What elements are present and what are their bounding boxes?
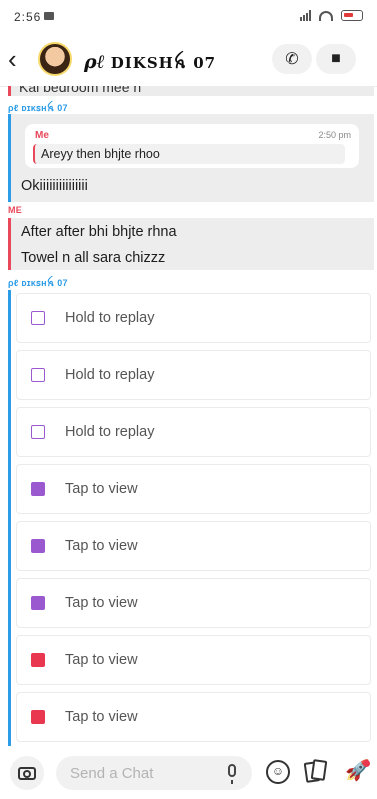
snap-item[interactable]: Tap to view bbox=[16, 464, 371, 514]
snap-label: Hold to replay bbox=[65, 310, 155, 326]
snap-label: Tap to view bbox=[65, 538, 138, 554]
emoji-icon[interactable]: ☺ bbox=[266, 760, 290, 784]
snap-unopened-video-icon bbox=[31, 539, 45, 553]
camera-button[interactable] bbox=[10, 756, 44, 790]
status-time: 2:56 bbox=[14, 10, 42, 24]
snap-item[interactable]: Hold to replay bbox=[16, 407, 371, 457]
snap-label: Hold to replay bbox=[65, 367, 155, 383]
video-camera-icon: ■ bbox=[331, 50, 341, 67]
snap-item[interactable]: Hold to replay bbox=[16, 350, 371, 400]
snap-item[interactable]: Tap to view bbox=[16, 521, 371, 571]
sender-label-friend: ρℓ ᴅɪᴋꜱʜꫝ 07 bbox=[8, 278, 68, 288]
partial-message: Kal bedroom mee n bbox=[8, 86, 374, 96]
reply-text: Okiiiiiiiiiiiiiii bbox=[21, 178, 88, 194]
snap-unopened-video-icon bbox=[31, 482, 45, 496]
quote-text: Areyy then bhjte rhoo bbox=[41, 147, 160, 161]
chat-title[interactable]: ρℓ DIKSHꫝ 07 bbox=[84, 48, 216, 80]
title-prefix: ρℓ bbox=[84, 51, 105, 73]
my-message-text: After after bhi bhjte rhna bbox=[21, 224, 177, 240]
snap-item[interactable]: Tap to view bbox=[16, 578, 371, 628]
sender-label-me: ME bbox=[8, 205, 23, 215]
quote-timestamp: 2:50 pm bbox=[318, 130, 351, 140]
chat-area[interactable]: Kal bedroom mee n ρℓ ᴅɪᴋꜱʜꫝ 07 Me 2:50 p… bbox=[0, 86, 377, 746]
snap-unopened-photo-icon bbox=[31, 710, 45, 724]
chat-input-bar: ☺ 🚀 bbox=[0, 746, 377, 799]
video-call-button[interactable]: ■ bbox=[316, 44, 356, 74]
avatar[interactable] bbox=[38, 42, 72, 76]
snap-label: Tap to view bbox=[65, 709, 138, 725]
wifi-icon bbox=[319, 10, 333, 21]
signal-icon bbox=[300, 10, 311, 21]
status-icons bbox=[300, 10, 363, 21]
battery-icon bbox=[341, 10, 363, 21]
friend-reply-message[interactable]: Me 2:50 pm Areyy then bhjte rhoo Okiiiii… bbox=[8, 114, 374, 202]
my-message-text: Towel n all sara chizzz bbox=[21, 250, 166, 266]
stickers-cards-icon[interactable] bbox=[305, 760, 327, 784]
quote-sender: Me bbox=[35, 130, 49, 141]
chat-header: ‹ ρℓ DIKSHꫝ 07 ✆ ■ bbox=[0, 34, 377, 87]
snap-unopened-photo-icon bbox=[31, 653, 45, 667]
snap-item[interactable]: Tap to view bbox=[16, 635, 371, 685]
back-icon[interactable]: ‹ bbox=[8, 46, 17, 72]
snap-unopened-video-icon bbox=[31, 596, 45, 610]
snap-opened-icon bbox=[31, 368, 45, 382]
chat-input[interactable] bbox=[56, 756, 252, 790]
microphone-icon[interactable] bbox=[228, 764, 236, 784]
call-button[interactable]: ✆ bbox=[272, 44, 312, 74]
snap-label: Tap to view bbox=[65, 595, 138, 611]
snap-item[interactable]: Tap to view bbox=[16, 692, 371, 742]
phone-icon: ✆ bbox=[285, 51, 299, 68]
snap-opened-icon bbox=[31, 425, 45, 439]
snap-opened-icon bbox=[31, 311, 45, 325]
snap-label: Tap to view bbox=[65, 652, 138, 668]
snap-item[interactable]: Hold to replay bbox=[16, 293, 371, 343]
title-name: DIKSHꫝ 07 bbox=[110, 54, 217, 72]
notification-dot bbox=[363, 760, 370, 767]
quoted-message[interactable]: Me 2:50 pm Areyy then bhjte rhoo bbox=[25, 124, 359, 168]
quote-body: Areyy then bhjte rhoo bbox=[33, 144, 345, 164]
friend-snaps-accent-line bbox=[8, 290, 11, 746]
snap-label: Hold to replay bbox=[65, 424, 155, 440]
status-bar: 2:56 bbox=[0, 0, 377, 34]
snap-label: Tap to view bbox=[65, 481, 138, 497]
my-messages[interactable]: After after bhi bhjte rhna Towel n all s… bbox=[8, 218, 374, 270]
camera-status-icon bbox=[44, 12, 54, 20]
